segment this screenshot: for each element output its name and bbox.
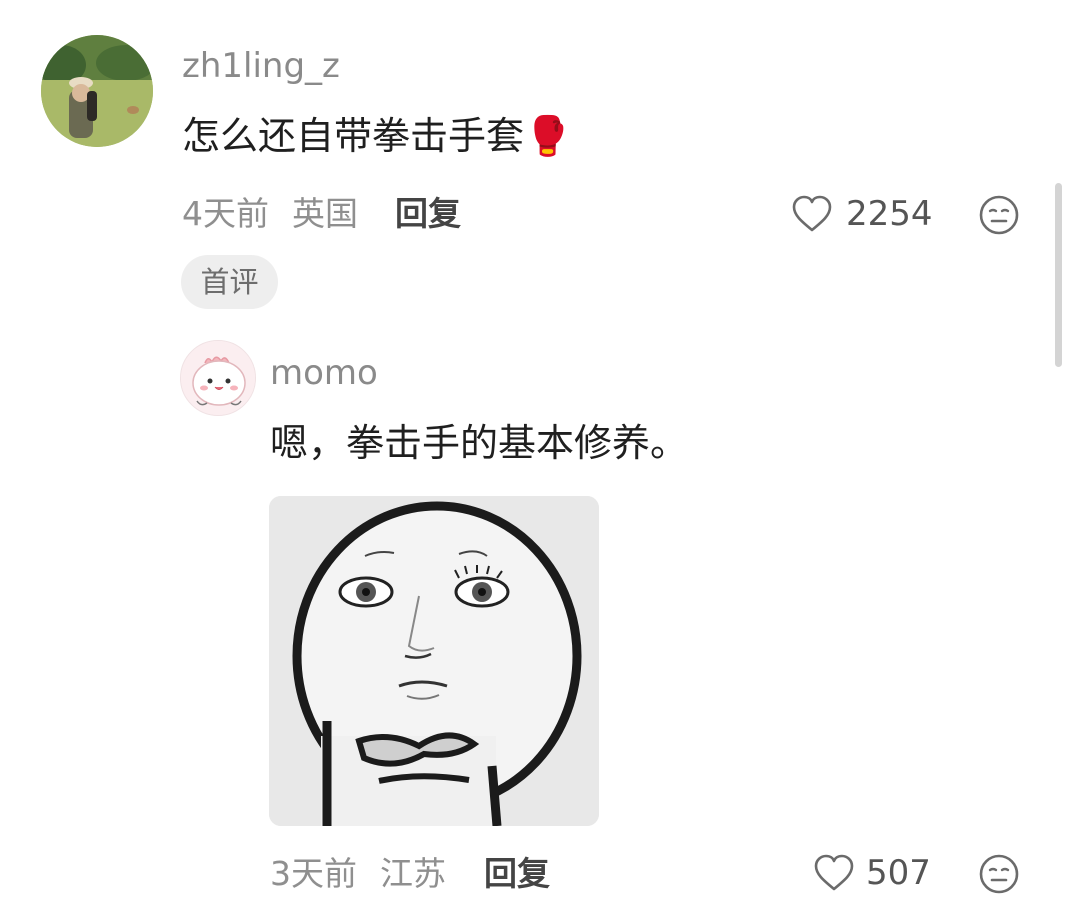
comment-like-count: 2254 [846, 194, 933, 234]
reply-avatar[interactable] [180, 340, 256, 416]
reply-time: 3天前 [270, 854, 357, 893]
heart-outline-icon[interactable] [791, 194, 833, 234]
reply-location: 江苏 [380, 854, 446, 893]
unamused-face-icon[interactable] [978, 194, 1020, 236]
reply-username[interactable]: momo [270, 356, 378, 390]
reply-reply-button[interactable]: 回复 [484, 857, 550, 890]
reply-text: 嗯，拳击手的基本修养。 [270, 421, 689, 465]
reply-like-count: 507 [866, 853, 931, 893]
comment-reply-button[interactable]: 回复 [395, 197, 461, 230]
comment-location: 英国 [292, 194, 358, 233]
unamused-face-icon[interactable] [978, 853, 1020, 895]
meme-sticker-image[interactable] [269, 496, 599, 826]
scrollbar-thumb[interactable] [1055, 183, 1062, 367]
first-comment-badge: 首评 [181, 255, 278, 309]
comment-username[interactable]: zh1ling_z [182, 49, 340, 83]
comment-text: 怎么还自带拳击手套🥊 [182, 114, 572, 158]
heart-outline-icon[interactable] [813, 853, 855, 893]
comment-time: 4天前 [182, 194, 269, 233]
user-avatar[interactable] [41, 35, 153, 147]
